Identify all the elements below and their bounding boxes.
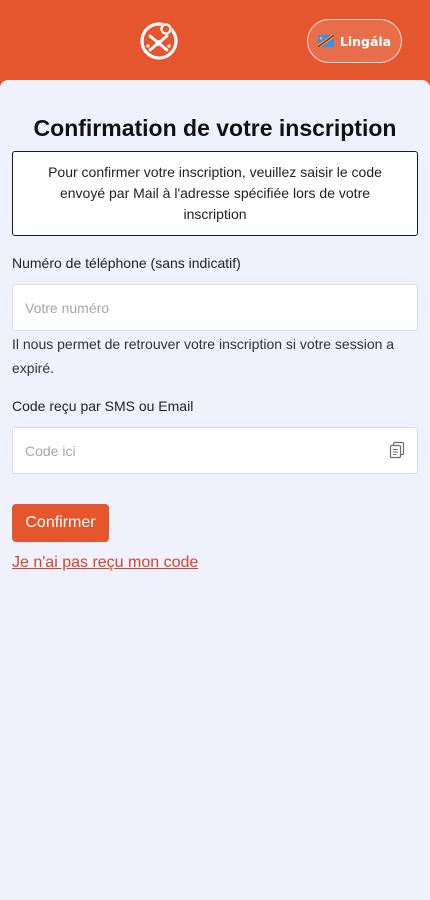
phone-help-text: Il nous permet de retrouver votre inscri… [12,336,395,376]
language-label: Lingála [339,33,392,49]
resend-code-link[interactable]: Je n'ai pas reçu mon code [12,554,198,572]
confirm-button[interactable]: Confirmer [12,504,109,542]
phone-label: Numéro de téléphone (sans indicatif) [12,255,241,271]
language-selector-button[interactable]: Lingála [307,19,402,63]
cookie-logo-icon[interactable] [138,19,180,61]
header: Lingála [0,0,430,90]
code-label: Code reçu par SMS ou Email [12,398,194,414]
paste-icon[interactable] [388,441,406,459]
confirmation-notice: Pour confirmer votre inscription, veuill… [12,151,418,236]
code-input[interactable] [12,427,418,474]
phone-input[interactable] [12,284,418,331]
drc-flag-icon [317,35,334,47]
page-title: Confirmation de votre inscription [33,115,397,141]
